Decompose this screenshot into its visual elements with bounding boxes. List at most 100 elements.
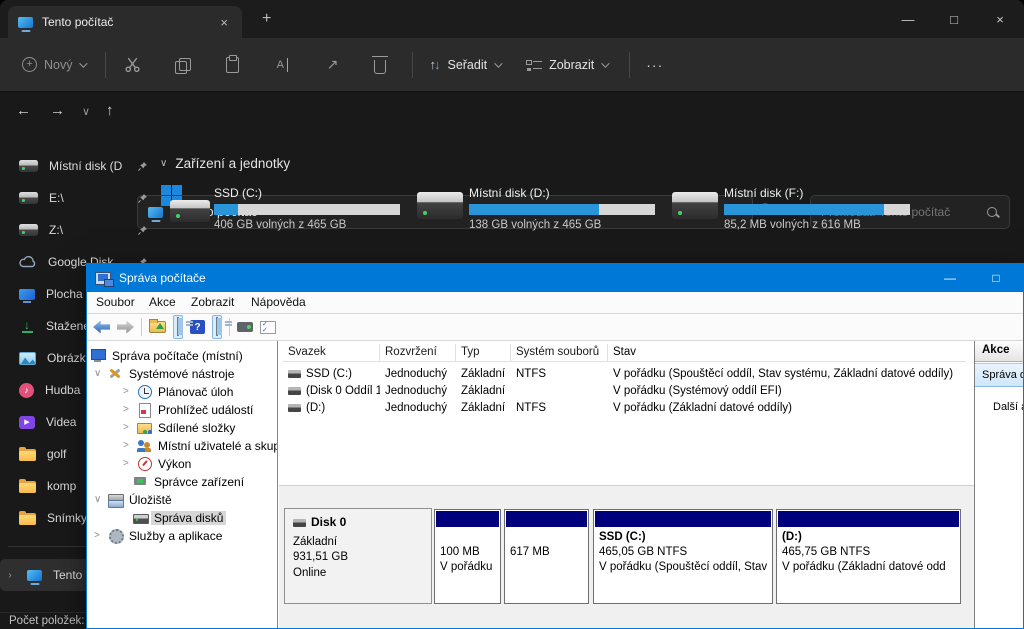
forward-icon[interactable] (117, 321, 134, 334)
expander-icon[interactable]: > (94, 530, 104, 541)
volume-row-c[interactable]: SSD (C:) Jednoduchý Základní NTFS V pořá… (283, 366, 966, 383)
volume-icon (288, 387, 301, 395)
scissors-icon (124, 56, 141, 73)
tree-item-mistni-uzivatele[interactable]: > Místní uživatelé a skupiny (123, 437, 278, 454)
sidebar-item-mistni-disk[interactable]: Místní disk (D (0, 150, 158, 182)
action-pane-icon (216, 317, 218, 336)
mmc-minimize-button[interactable]: — (933, 264, 967, 292)
drive-free-text: 138 GB volných z 465 GB (469, 219, 655, 231)
expander-icon[interactable]: > (123, 440, 133, 451)
new-tab-button[interactable]: + (262, 10, 271, 28)
tree-item-sprava-disku[interactable]: Správa disků (133, 509, 226, 526)
actions-more[interactable]: Další akce (993, 401, 1024, 413)
shared-folders-icon (137, 421, 152, 434)
up-button[interactable]: ↑ (106, 102, 114, 119)
tree-item-sdilene-slozky[interactable]: > Sdílené složky (123, 419, 235, 436)
partition-box-recovery[interactable]: 617 MB (504, 509, 589, 604)
column-header-system-souboru[interactable]: Systém souborů (511, 344, 608, 361)
up-one-level-icon[interactable] (149, 321, 166, 333)
paste-button[interactable] (222, 55, 242, 75)
toolbar-divider (105, 52, 106, 78)
tab-close-icon[interactable]: × (216, 15, 232, 30)
cut-button[interactable] (122, 55, 142, 75)
sidebar-item-z-drive[interactable]: Z:\ (0, 214, 158, 246)
drive-icon (160, 184, 214, 228)
column-header-stav[interactable]: Stav (608, 344, 966, 361)
more-button[interactable]: ··· (646, 57, 663, 73)
expander-icon[interactable]: > (123, 422, 133, 433)
menu-soubor[interactable]: Soubor (96, 295, 135, 309)
column-header-typ[interactable]: Typ (456, 344, 511, 361)
volume-row-d[interactable]: (D:) Jednoduchý Základní NTFS V pořádku … (283, 400, 966, 417)
partition-name: (D:) (782, 531, 958, 546)
plus-icon: + (22, 57, 37, 72)
close-button[interactable]: × (978, 0, 1022, 38)
partition-name: SSD (C:) (599, 531, 770, 546)
mmc-maximize-button[interactable]: □ (979, 264, 1013, 292)
column-header-svazek[interactable]: Svazek (283, 344, 380, 361)
tree-item-prohlizec-udalosti[interactable]: > Prohlížeč událostí (123, 401, 253, 418)
partition-box-c[interactable]: SSD (C:) 465,05 GB NTFS V pořádku (Spouš… (593, 509, 773, 604)
mmc-menubar: Soubor Akce Zobrazit Nápověda (87, 292, 1023, 314)
mmc-titlebar[interactable]: Správa počítače — □ (87, 264, 1023, 292)
tree-item-vykon[interactable]: > Výkon (123, 455, 191, 472)
expander-icon[interactable]: > (123, 458, 133, 469)
pin-icon (137, 161, 148, 172)
devices-section-header[interactable]: ∨ Zařízení a jednotky (160, 156, 290, 171)
recent-locations-button[interactable]: ∨ (82, 105, 90, 118)
drive-free-text: 85,2 MB volných z 616 MB (724, 219, 910, 231)
minimize-button[interactable]: — (886, 0, 930, 38)
expander-icon[interactable]: ∨ (94, 368, 104, 379)
share-icon: ↗ (327, 56, 339, 73)
maximize-button[interactable]: □ (932, 0, 976, 38)
tree-item-sprava-pocitace[interactable]: Správa počítače (místní) (91, 347, 243, 364)
properties-list-icon[interactable]: ✓✓ (260, 321, 276, 334)
actions-header: Akce (975, 341, 1023, 362)
mmc-window: Správa počítače — □ Soubor Akce Zobrazit… (86, 263, 1024, 629)
tree-item-systemove-nastroje[interactable]: ∨ Systémové nástroje (94, 365, 234, 382)
show-action-pane-button[interactable] (212, 315, 222, 339)
rename-button[interactable]: A (272, 55, 292, 75)
expander-icon[interactable]: > (123, 404, 133, 415)
expander-icon[interactable]: > (123, 386, 133, 397)
disk-graphical-view: Disk 0 Základní 931,51 GB Online 100 MB … (279, 485, 976, 628)
actions-item-sprava-disku[interactable]: Správa disků (975, 363, 1023, 387)
back-button[interactable]: ← (16, 102, 31, 119)
expander-icon[interactable]: ∨ (94, 494, 104, 505)
menu-napoveda[interactable]: Nápověda (251, 295, 306, 309)
column-header-rozvrzeni[interactable]: Rozvržení (380, 344, 456, 361)
view-button[interactable]: Zobrazit (526, 58, 607, 72)
mmc-toolbar: ? ✓✓ (87, 314, 1023, 341)
back-icon[interactable] (93, 321, 110, 334)
share-button[interactable]: ↗ (322, 55, 342, 75)
toolbar-divider (629, 52, 630, 78)
drive-tile-f[interactable]: Místní disk (F:) 85,2 MB volných z 616 M… (670, 184, 925, 240)
chevron-down-icon[interactable]: ∨ (160, 158, 167, 169)
this-pc-icon (18, 17, 33, 28)
tree-item-sluzby-aplikace[interactable]: > Služby a aplikace (94, 527, 222, 544)
sort-button[interactable]: ↑↓ Seřadit (429, 57, 500, 72)
drive-tile-d[interactable]: Místní disk (D:) 138 GB volných z 465 GB (415, 184, 670, 240)
delete-button[interactable] (370, 55, 390, 75)
disk-header-box[interactable]: Disk 0 Základní 931,51 GB Online (284, 508, 432, 604)
explorer-window: Tento počítač × + — □ × + Nový A ↗ (0, 0, 1024, 629)
drive-tile-c[interactable]: SSD (C:) 406 GB volných z 465 GB (160, 184, 415, 240)
tab-tento-pocitac[interactable]: Tento počítač × (8, 6, 242, 38)
toolbar-divider (412, 52, 413, 78)
sidebar-item-e-drive[interactable]: E:\ (0, 182, 158, 214)
volume-row-efi[interactable]: (Disk 0 Oddíl 1) Jednoduchý Základní V p… (283, 383, 966, 400)
new-button[interactable]: + Nový (22, 57, 85, 72)
tree-item-uloziste[interactable]: ∨ Úložiště (94, 491, 172, 508)
chevron-right-icon[interactable]: › (4, 570, 16, 581)
forward-button[interactable]: → (50, 102, 65, 119)
show-console-tree-button[interactable] (173, 315, 183, 339)
tree-item-spravce-zarizeni[interactable]: Správce zařízení (133, 473, 244, 490)
partition-box-efi[interactable]: 100 MB V pořádku (434, 509, 501, 604)
menu-akce[interactable]: Akce (149, 295, 176, 309)
task-scheduler-icon (137, 385, 152, 398)
copy-button[interactable] (172, 55, 192, 75)
menu-zobrazit[interactable]: Zobrazit (191, 295, 234, 309)
partition-box-d[interactable]: (D:) 465,75 GB NTFS V pořádku (Základní … (776, 509, 961, 604)
disk-tool-icon[interactable] (237, 322, 253, 332)
tree-item-planovac-uloh[interactable]: > Plánovač úloh (123, 383, 233, 400)
